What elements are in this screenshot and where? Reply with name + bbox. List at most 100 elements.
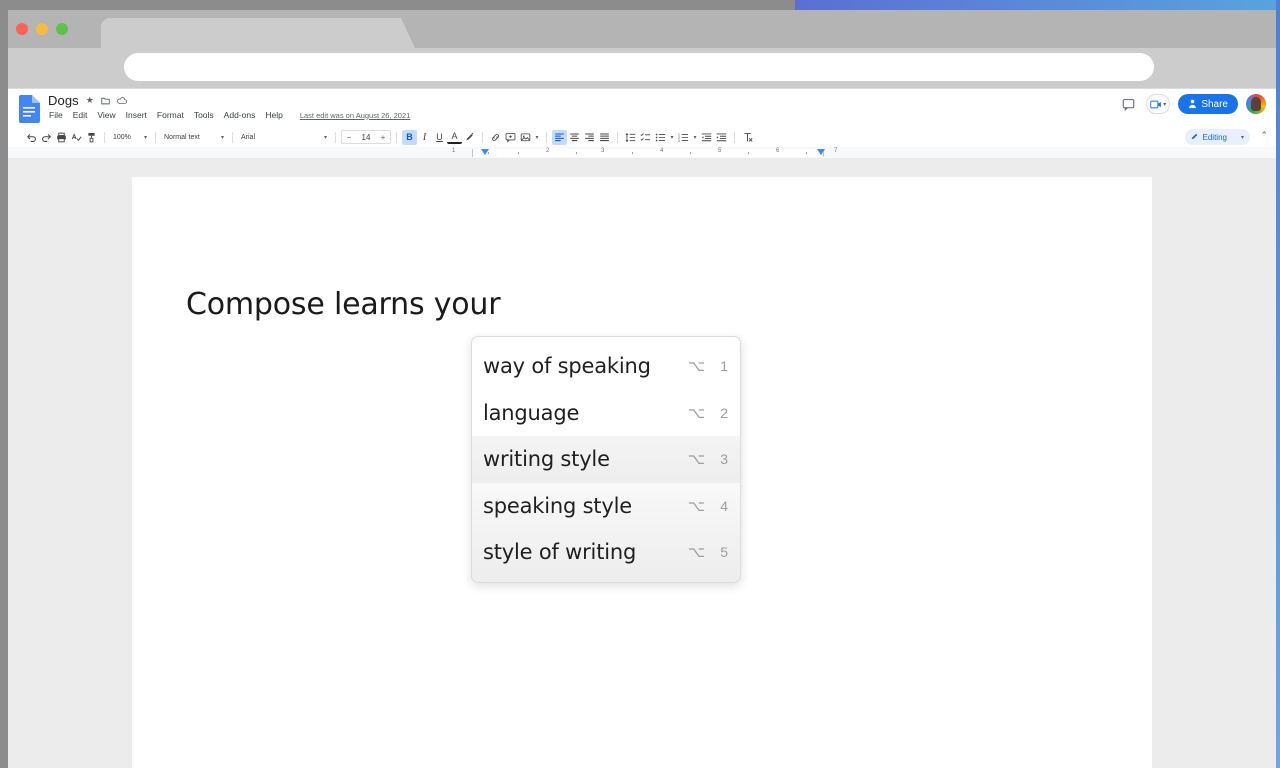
editing-mode-button[interactable]: Editing ▾ <box>1184 129 1250 145</box>
maximize-window-button[interactable] <box>56 23 68 35</box>
suggestion-shortcut: ⌥ 3 <box>688 450 728 468</box>
ruler-number-6: 6 <box>776 148 780 154</box>
suggestion-item-3[interactable]: writing style ⌥ 3 <box>472 436 740 483</box>
spellcheck-icon[interactable] <box>69 130 84 145</box>
desktop-backdrop: Dogs ★ File Edit View Insert Format Tool… <box>0 0 1280 768</box>
highlight-pen-icon[interactable] <box>462 130 477 145</box>
close-window-button[interactable] <box>16 23 28 35</box>
increase-font-size-button[interactable]: + <box>376 133 390 142</box>
font-size-input[interactable] <box>356 132 376 142</box>
menu-view[interactable]: View <box>97 110 115 120</box>
align-center-icon[interactable] <box>567 130 582 145</box>
insert-link-icon[interactable] <box>488 130 503 145</box>
toolbar-divider <box>617 131 618 143</box>
option-key-icon: ⌥ <box>687 404 705 422</box>
browser-toolbar <box>8 48 1276 88</box>
compose-suggestion-menu: way of speaking ⌥ 1 language ⌥ 2 writing… <box>471 336 741 583</box>
underline-button[interactable]: U <box>432 130 447 145</box>
chevron-down-icon[interactable]: ▾ <box>533 130 541 145</box>
zoom-level-select[interactable]: 100% ▾ <box>110 130 150 145</box>
address-bar-input[interactable] <box>124 53 1154 81</box>
last-edit-link[interactable]: Last edit was on August 26, 2021 <box>300 111 411 120</box>
document-title[interactable]: Dogs <box>48 93 79 108</box>
chevron-down-icon[interactable]: ▾ <box>691 130 699 145</box>
ruler-number-7: 7 <box>834 148 838 154</box>
option-key-icon: ⌥ <box>687 497 705 515</box>
menu-tools[interactable]: Tools <box>194 110 214 120</box>
chevron-up-icon[interactable]: ⌃ <box>1260 130 1268 141</box>
share-button[interactable]: Share <box>1178 94 1238 114</box>
move-to-folder-icon[interactable] <box>101 96 110 105</box>
menu-edit[interactable]: Edit <box>73 110 88 120</box>
font-family-value: Arial <box>241 133 256 141</box>
add-comment-icon[interactable] <box>503 130 518 145</box>
paint-format-icon[interactable] <box>84 130 99 145</box>
cloud-status-icon[interactable] <box>117 96 127 105</box>
insert-image-icon[interactable] <box>518 130 533 145</box>
document-body-text: Compose learns your <box>186 287 501 322</box>
browser-titlebar <box>8 10 1276 48</box>
italic-button[interactable]: I <box>417 130 432 145</box>
clear-formatting-icon[interactable] <box>740 130 755 145</box>
menu-help[interactable]: Help <box>265 110 282 120</box>
bold-button[interactable]: B <box>402 129 417 145</box>
left-indent-marker[interactable] <box>481 149 489 155</box>
desktop-right-edge <box>1276 0 1280 768</box>
redo-icon[interactable] <box>39 130 54 145</box>
decrease-indent-icon[interactable] <box>699 130 714 145</box>
toolbar-divider <box>104 131 105 143</box>
pencil-icon <box>1191 133 1199 141</box>
suggestion-item-4[interactable]: speaking style ⌥ 4 <box>472 483 740 530</box>
decrease-font-size-button[interactable]: − <box>342 133 356 142</box>
chevron-down-icon: ▾ <box>1240 134 1244 141</box>
docs-menubar: File Edit View Insert Format Tools Add-o… <box>49 110 410 120</box>
document-page[interactable]: Compose learns your way of speaking ⌥ 1 … <box>132 177 1152 768</box>
option-key-icon: ⌥ <box>687 544 705 562</box>
ruler-track: 1 2 3 4 5 6 7 <box>428 148 868 157</box>
numbered-list-icon[interactable]: 123 <box>676 130 691 145</box>
line-spacing-icon[interactable] <box>623 130 638 145</box>
suggestion-item-5[interactable]: style of writing ⌥ 5 <box>472 529 740 576</box>
window-controls <box>16 23 68 35</box>
checklist-icon[interactable] <box>638 130 653 145</box>
menu-file[interactable]: File <box>49 110 63 120</box>
toolbar-divider <box>155 131 156 143</box>
chevron-down-icon: ▾ <box>323 134 327 141</box>
text-color-button[interactable]: A <box>447 131 462 144</box>
star-icon[interactable]: ★ <box>86 96 94 105</box>
comment-history-icon[interactable] <box>1118 94 1138 114</box>
editing-mode-label: Editing <box>1202 132 1227 142</box>
undo-icon[interactable] <box>24 130 39 145</box>
menu-insert[interactable]: Insert <box>126 110 147 120</box>
paragraph-style-value: Normal text <box>164 133 200 141</box>
align-right-icon[interactable] <box>582 130 597 145</box>
docs-toolbar: 100% ▾ Normal text ▾ Arial ▾ − + <box>8 127 1276 147</box>
docs-header-actions: ▾ Share <box>1118 94 1266 114</box>
ruler-number-2: 2 <box>546 148 550 154</box>
menu-format[interactable]: Format <box>157 110 184 120</box>
suggestion-shortcut: ⌥ 1 <box>688 357 728 375</box>
ruler-page-area <box>472 149 824 157</box>
font-family-select[interactable]: Arial ▾ <box>238 130 330 145</box>
chevron-down-icon[interactable]: ▾ <box>668 130 676 145</box>
font-size-stepper: − + <box>341 130 391 144</box>
paragraph-style-select[interactable]: Normal text ▾ <box>161 130 227 145</box>
print-icon[interactable] <box>54 130 69 145</box>
zoom-level-value: 100% <box>113 133 131 141</box>
browser-tab[interactable] <box>101 18 401 48</box>
toolbar-divider <box>734 131 735 143</box>
align-left-icon[interactable] <box>552 129 567 145</box>
suggestion-item-1[interactable]: way of speaking ⌥ 1 <box>472 343 740 390</box>
google-docs-icon[interactable] <box>18 95 40 123</box>
increase-indent-icon[interactable] <box>714 130 729 145</box>
chevron-down-icon: ▾ <box>143 134 147 141</box>
avatar[interactable] <box>1246 94 1266 114</box>
suggestion-shortcut: ⌥ 4 <box>688 497 728 515</box>
menu-add-ons[interactable]: Add-ons <box>224 110 256 120</box>
suggestion-item-2[interactable]: language ⌥ 2 <box>472 390 740 437</box>
align-justify-icon[interactable] <box>597 130 612 145</box>
bulleted-list-icon[interactable] <box>653 130 668 145</box>
right-indent-marker[interactable] <box>817 149 825 155</box>
minimize-window-button[interactable] <box>36 23 48 35</box>
video-meet-button[interactable]: ▾ <box>1146 94 1171 114</box>
